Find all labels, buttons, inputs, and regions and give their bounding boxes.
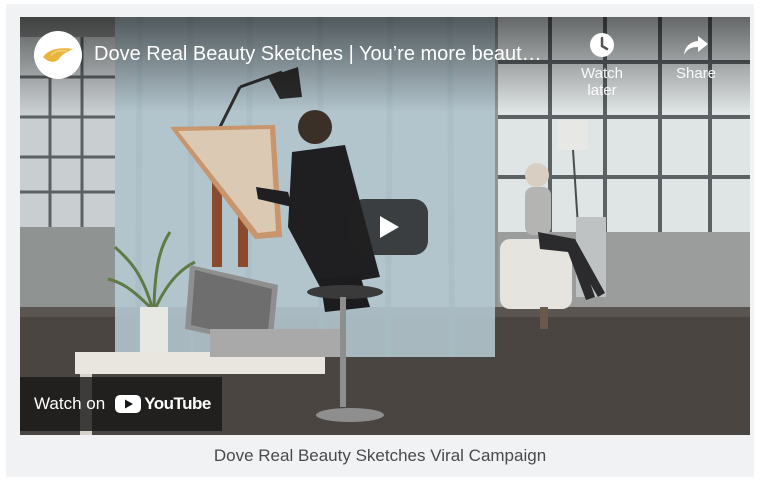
- share-button[interactable]: Share: [660, 31, 732, 82]
- play-button[interactable]: [350, 199, 428, 255]
- youtube-logo: YouTube: [115, 394, 211, 414]
- video-embed-card: Dove Real Beauty Sketches | You’re more …: [6, 4, 754, 477]
- share-arrow-icon: [684, 36, 708, 55]
- play-icon: [380, 216, 399, 238]
- watch-on-label: Watch on: [34, 394, 106, 413]
- youtube-player[interactable]: Dove Real Beauty Sketches | You’re more …: [20, 17, 750, 435]
- clock-icon: [590, 33, 614, 57]
- watch-on-youtube-button[interactable]: Watch on YouTube: [20, 377, 222, 431]
- watch-later-button[interactable]: Watch later: [566, 31, 638, 99]
- youtube-play-icon: [115, 395, 142, 413]
- watch-later-label: Watch later: [581, 65, 623, 99]
- channel-avatar[interactable]: [34, 31, 82, 79]
- dove-bird-icon: [43, 48, 73, 62]
- youtube-wordmark: YouTube: [144, 394, 211, 413]
- video-title-link[interactable]: Dove Real Beauty Sketches | You’re more …: [94, 40, 564, 68]
- share-label: Share: [675, 65, 717, 82]
- video-caption: Dove Real Beauty Sketches Viral Campaign: [213, 446, 547, 465]
